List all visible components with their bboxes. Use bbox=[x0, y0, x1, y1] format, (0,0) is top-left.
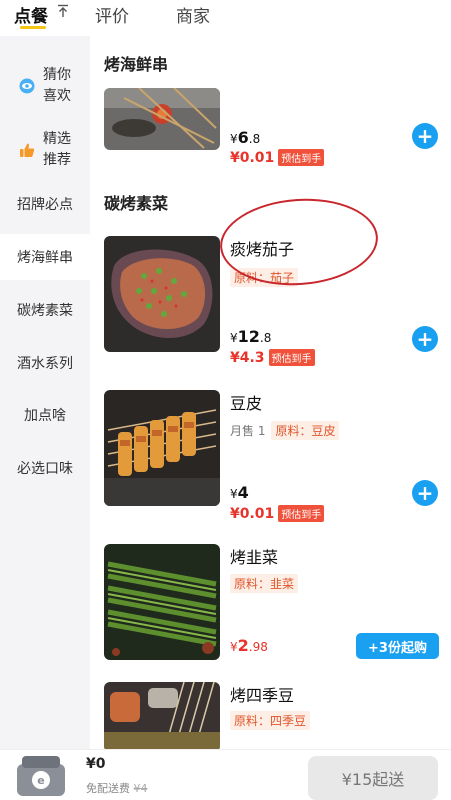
app-root: 点餐 评价 商家 猜你 喜欢 精选 推荐 招牌必点 烤海鲜串 碳烤素菜 酒水系列… bbox=[0, 0, 451, 800]
sidebar-item-featured[interactable]: 精选 推荐 bbox=[0, 120, 90, 180]
plus-icon: + bbox=[416, 124, 434, 148]
ingredient-tag: 原料：豆皮 bbox=[271, 421, 340, 440]
section-title-seafood: 烤海鲜串 bbox=[104, 55, 169, 74]
min-order-button[interactable]: +3份起购 bbox=[356, 633, 439, 659]
plus-icon: + bbox=[416, 481, 434, 505]
ingredient-tag: 原料：四季豆 bbox=[230, 711, 311, 730]
estimated-badge: 预估到手 bbox=[278, 505, 325, 522]
section-title-grilled-veg: 碳烤素菜 bbox=[104, 194, 169, 213]
tab-order[interactable]: 点餐 bbox=[14, 2, 48, 27]
item-meta: 月售 1 原料：豆皮 bbox=[230, 421, 340, 440]
add-to-cart-button[interactable]: + bbox=[412, 480, 438, 506]
delivery-fee: 免配送费 ¥4 bbox=[86, 782, 148, 795]
sidebar-item-drinks[interactable]: 酒水系列 bbox=[0, 343, 90, 383]
item-price: ¥2.98 bbox=[230, 636, 268, 655]
product-image[interactable] bbox=[104, 390, 220, 506]
sidebar-item-flavor[interactable]: 必选口味 bbox=[0, 448, 90, 488]
product-image[interactable] bbox=[104, 236, 220, 352]
item-name: 烤韭菜 bbox=[230, 548, 279, 567]
item-name: 烤四季豆 bbox=[230, 686, 295, 705]
thumbs-up-icon bbox=[20, 143, 35, 157]
eye-icon bbox=[19, 78, 35, 94]
plus-icon: + bbox=[416, 327, 434, 351]
tab-reviews[interactable]: 评价 bbox=[95, 2, 129, 27]
svg-text:e: e bbox=[37, 774, 44, 787]
ingredient-tag: 原料：韭菜 bbox=[230, 574, 299, 593]
estimated-badge: 预估到手 bbox=[268, 349, 315, 366]
sidebar-item-signature[interactable]: 招牌必点 bbox=[0, 184, 90, 224]
cart-total: ¥0 bbox=[86, 756, 106, 772]
cart-bar: e ¥0 免配送费 ¥4 ¥15起送 bbox=[0, 749, 451, 800]
item-estimated-price: ¥0.01 预估到手 bbox=[230, 149, 325, 166]
estimated-badge: 预估到手 bbox=[278, 149, 325, 166]
sidebar-item-grilled-veg[interactable]: 碳烤素菜 bbox=[0, 290, 90, 330]
sidebar-item-label: 猜你 bbox=[43, 67, 71, 83]
item-name: 豆皮 bbox=[230, 394, 263, 413]
item-meta: 原料：四季豆 bbox=[230, 711, 311, 730]
item-price: ¥4 bbox=[230, 483, 249, 502]
product-image[interactable] bbox=[104, 682, 220, 749]
sidebar-item-label: 喜欢 bbox=[43, 88, 71, 104]
sidebar-item-guess-you-like[interactable]: 猜你 喜欢 bbox=[0, 56, 90, 116]
arrow-up-icon[interactable] bbox=[57, 4, 69, 18]
sidebar-item-seafood[interactable]: 烤海鲜串 bbox=[0, 234, 90, 280]
sidebar-item-label: 精选 bbox=[43, 131, 71, 147]
item-price: ¥12.8 bbox=[230, 327, 272, 346]
add-to-cart-button[interactable]: + bbox=[412, 326, 438, 352]
tab-merchant[interactable]: 商家 bbox=[176, 2, 210, 27]
checkout-button[interactable]: ¥15起送 bbox=[308, 756, 438, 800]
item-meta: 原料：韭菜 bbox=[230, 574, 299, 593]
tab-active-indicator bbox=[20, 26, 46, 29]
item-price: ¥6.8 bbox=[230, 128, 261, 147]
sidebar-item-add-ons[interactable]: 加点啥 bbox=[0, 395, 90, 435]
item-estimated-price: ¥4.3 预估到手 bbox=[230, 349, 315, 366]
product-image[interactable] bbox=[104, 88, 220, 150]
sidebar-item-label: 推荐 bbox=[43, 152, 71, 168]
menu-content: 烤海鲜串 ¥6.8 ¥0.01 预估到手 + 碳烤素菜 痰烤茄子 原料：茄子 ¥… bbox=[90, 36, 451, 749]
monthly-sales: 月售 1 bbox=[230, 424, 266, 438]
item-estimated-price: ¥0.01 预估到手 bbox=[230, 505, 325, 522]
add-to-cart-button[interactable]: + bbox=[412, 123, 438, 149]
product-image[interactable] bbox=[104, 544, 220, 660]
cart-icon[interactable]: e bbox=[14, 752, 68, 798]
category-sidebar: 猜你 喜欢 精选 推荐 招牌必点 烤海鲜串 碳烤素菜 酒水系列 加点啥 必选口味 bbox=[0, 36, 90, 749]
top-tabs: 点餐 评价 商家 bbox=[0, 0, 451, 30]
